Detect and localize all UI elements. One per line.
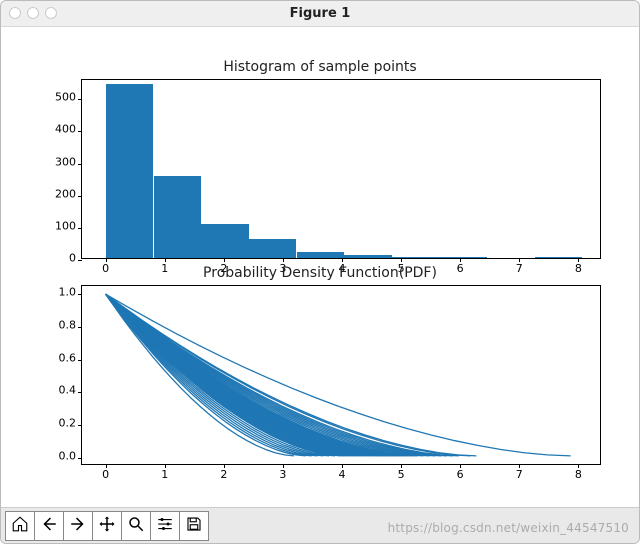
y-tick-label: 300: [55, 155, 82, 168]
histogram-bar: [249, 239, 297, 258]
pdf-line: [106, 294, 403, 456]
axes-histogram: 0100200300400500012345678: [81, 79, 601, 259]
arrow-left-icon: [40, 515, 58, 537]
back-button[interactable]: [34, 511, 64, 541]
x-tick-label: 0: [102, 468, 109, 481]
x-tick-label: 2: [220, 468, 227, 481]
maximize-icon[interactable]: [45, 7, 57, 19]
x-tick-label: 5: [398, 468, 405, 481]
window-title: Figure 1: [1, 6, 639, 21]
home-icon: [11, 515, 29, 537]
figure-canvas: Histogram of sample points 0100200300400…: [1, 27, 639, 507]
titlebar: Figure 1: [1, 1, 639, 27]
save-button[interactable]: [179, 511, 209, 541]
zoom-button[interactable]: [121, 511, 151, 541]
sliders-icon: [156, 515, 174, 537]
y-tick-label: 100: [55, 219, 82, 232]
arrow-right-icon: [69, 515, 87, 537]
x-tick-label: 1: [161, 468, 168, 481]
chart-title-2: Probability Density Function(PDF): [1, 265, 639, 281]
histogram-bar: [106, 84, 154, 258]
window-controls: [9, 7, 57, 19]
pan-button[interactable]: [92, 511, 122, 541]
histogram-bar: [439, 257, 487, 258]
close-icon[interactable]: [9, 7, 21, 19]
watermark-text: https://blog.csdn.net/weixin_44547510: [388, 521, 629, 535]
save-icon: [185, 515, 203, 537]
pdf-line: [106, 294, 412, 456]
histogram-plot: [82, 80, 600, 258]
x-tick-label: 4: [339, 468, 346, 481]
y-tick-label: 500: [55, 91, 82, 104]
histogram-bar: [154, 176, 201, 258]
toolbar: https://blog.csdn.net/weixin_44547510: [1, 507, 639, 543]
home-button[interactable]: [5, 511, 35, 541]
zoom-icon: [127, 515, 145, 537]
figure-window: Figure 1 Histogram of sample points 0100…: [0, 0, 640, 544]
x-tick-label: 7: [516, 468, 523, 481]
y-tick-label: 0.2: [59, 417, 83, 430]
pdf-plot: [82, 286, 600, 464]
y-tick-label: 0.8: [59, 318, 83, 331]
y-tick-label: 200: [55, 187, 82, 200]
y-tick-label: 0.4: [59, 384, 83, 397]
y-tick-label: 0.0: [59, 449, 83, 462]
config-button[interactable]: [150, 511, 180, 541]
y-tick-label: 0: [69, 252, 82, 265]
x-tick-label: 6: [457, 468, 464, 481]
y-tick-label: 400: [55, 123, 82, 136]
chart-title-1: Histogram of sample points: [1, 59, 639, 75]
y-tick-label: 1.0: [59, 286, 83, 299]
histogram-bar: [297, 252, 344, 258]
histogram-bar: [535, 257, 582, 258]
histogram-bar: [201, 224, 249, 258]
minimize-icon[interactable]: [27, 7, 39, 19]
x-tick-label: 8: [575, 468, 582, 481]
histogram-bar: [392, 257, 439, 258]
histogram-bar: [344, 255, 392, 258]
y-tick-label: 0.6: [59, 351, 83, 364]
x-tick-label: 3: [279, 468, 286, 481]
axes-pdf: 0.00.20.40.60.81.0012345678: [81, 285, 601, 465]
forward-button[interactable]: [63, 511, 93, 541]
move-icon: [98, 515, 116, 537]
